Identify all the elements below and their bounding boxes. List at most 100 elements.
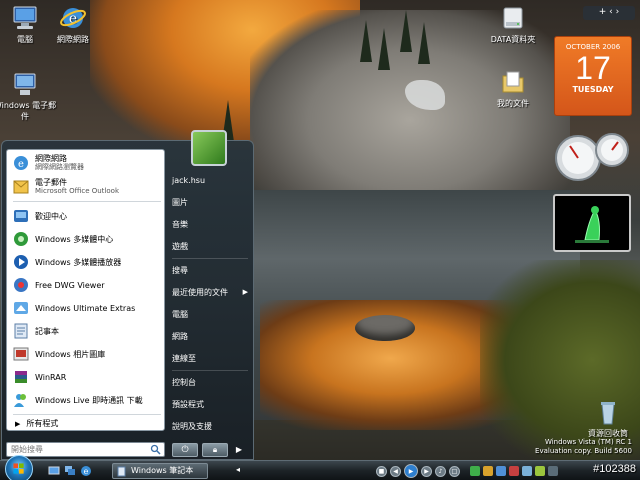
- internet-explorer-icon[interactable]: e: [80, 465, 92, 477]
- internet-explorer-icon: e: [14, 156, 28, 170]
- cpu-meter-gadget[interactable]: [552, 128, 634, 184]
- restore-player-button[interactable]: □: [449, 465, 460, 477]
- taskbar-overflow-arrow-icon[interactable]: ◂: [236, 465, 240, 474]
- tray-volume-icon[interactable]: [522, 466, 532, 476]
- wallpaper-tree: [400, 10, 412, 52]
- svg-text:e: e: [18, 159, 24, 170]
- lock-button[interactable]: 🔒︎: [202, 443, 228, 457]
- start-menu-programs-pane: e 網際網路 網際網路瀏覽器 電子郵件 Microsoft Office Outlo…: [6, 149, 165, 431]
- desktop-icon-recycle-bin[interactable]: 資源回收筒: [573, 398, 640, 439]
- program-live-messenger[interactable]: Windows Live 即時通訊 下載: [9, 389, 163, 411]
- network-link[interactable]: 網路: [168, 329, 252, 344]
- photo-gallery-icon: [13, 347, 29, 361]
- help-support-link[interactable]: 說明及支援: [168, 419, 252, 434]
- calendar-gadget[interactable]: OCTOBER 2006 17 TUESDAY: [554, 36, 632, 116]
- taskbar-button-notepad[interactable]: Windows 筆記本【...: [112, 463, 208, 479]
- notification-area: [470, 464, 580, 478]
- desktop-icon-label: 網際網路: [57, 35, 89, 44]
- pinned-item-internet[interactable]: e 網際網路 網際網路瀏覽器: [9, 152, 163, 174]
- program-dwg-viewer[interactable]: Free DWG Viewer: [9, 274, 163, 296]
- play-icon: ▶: [408, 468, 414, 475]
- program-label: Windows 多媒體中心: [35, 234, 114, 244]
- all-programs-button[interactable]: ▶ 所有程式: [9, 418, 163, 432]
- pinned-separator: [13, 201, 161, 202]
- switch-windows-icon[interactable]: [64, 465, 76, 477]
- winrar-icon: [15, 371, 27, 383]
- tray-antivirus-icon[interactable]: [509, 466, 519, 476]
- program-media-center[interactable]: Windows 多媒體中心: [9, 228, 163, 250]
- wallpaper-tree: [418, 22, 430, 64]
- windows-build-watermark: Windows Vista (TM) RC 1 Evaluation copy.…: [535, 438, 632, 456]
- desktop-icon-internet[interactable]: e 網際網路: [38, 4, 108, 45]
- internet-explorer-icon: e: [60, 8, 86, 28]
- program-label: Windows 相片圖庫: [35, 349, 106, 359]
- program-label: 記事本: [35, 326, 59, 336]
- desktop-icon-mail[interactable]: Windows 電子郵件: [0, 70, 60, 122]
- power-options-button[interactable]: ▶: [232, 443, 246, 457]
- start-button[interactable]: [5, 455, 33, 480]
- desktop-icon-documents[interactable]: 我的文件: [478, 68, 548, 109]
- speaker-icon: ♪: [438, 467, 443, 475]
- desktop-icon-data-folder[interactable]: DATA資料夾: [478, 4, 548, 45]
- welcome-center-icon: [14, 210, 28, 222]
- taskbar: e Windows 筆記本【... ◂ ■ ◀ ▶ ▶ ♪ □ #102388: [0, 455, 640, 480]
- calendar-day: 17: [575, 50, 611, 86]
- program-welcome-center[interactable]: 歡迎中心: [9, 205, 163, 227]
- program-notepad[interactable]: 記事本: [9, 320, 163, 342]
- media-player-icon: [14, 255, 28, 269]
- all-programs-label: 所有程式: [26, 419, 59, 428]
- start-menu: e 網際網路 網際網路瀏覽器 電子郵件 Microsoft Office Outlo…: [1, 140, 254, 460]
- pinned-item-sub: Microsoft Office Outlook: [35, 187, 119, 195]
- start-search-input[interactable]: 開始搜尋: [6, 442, 165, 457]
- connect-to-link[interactable]: 連線至: [168, 351, 252, 366]
- next-button[interactable]: ▶: [421, 465, 432, 477]
- user-folder-link[interactable]: jack.hsu: [168, 173, 252, 188]
- music-link[interactable]: 音樂: [168, 217, 252, 232]
- previous-button[interactable]: ◀: [390, 465, 401, 477]
- mail-computer-icon: [14, 73, 36, 95]
- pictures-link[interactable]: 圖片: [168, 195, 252, 210]
- control-panel-link[interactable]: 控制台: [168, 375, 252, 390]
- show-desktop-icon[interactable]: [48, 465, 60, 477]
- places-separator: [172, 370, 248, 371]
- desktop-icon-label: 我的文件: [497, 99, 529, 108]
- search-placeholder: 開始搜尋: [11, 445, 43, 454]
- tray-app-icon[interactable]: [535, 466, 545, 476]
- program-label: 歡迎中心: [35, 211, 67, 221]
- computer-link[interactable]: 電腦: [168, 307, 252, 322]
- aquarium-gadget[interactable]: [553, 194, 631, 252]
- pinned-item-label: 電子郵件: [35, 178, 67, 187]
- tray-display-icon[interactable]: [548, 466, 558, 476]
- program-winrar[interactable]: WinRAR: [9, 366, 163, 388]
- play-button[interactable]: ▶: [404, 464, 418, 478]
- program-label: Free DWG Viewer: [35, 280, 105, 290]
- watermark-line: Evaluation copy. Build 5600: [535, 447, 632, 455]
- user-avatar[interactable]: [191, 130, 227, 166]
- media-player-toolbar: ■ ◀ ▶ ▶ ♪ □: [376, 464, 468, 478]
- recent-documents-link[interactable]: 最近使用的文件 ▶: [168, 285, 252, 300]
- desktop-icon-label: DATA資料夾: [490, 35, 536, 44]
- messenger-icon: [14, 394, 26, 407]
- tray-network-icon[interactable]: [470, 466, 480, 476]
- tray-messenger-icon[interactable]: [496, 466, 506, 476]
- tray-security-icon[interactable]: [483, 466, 493, 476]
- search-link[interactable]: 搜尋: [168, 263, 252, 278]
- pinned-item-label: 網際網路: [35, 154, 67, 163]
- program-photo-gallery[interactable]: Windows 相片圖庫: [9, 343, 163, 365]
- places-separator: [172, 258, 248, 259]
- pinned-item-email[interactable]: 電子郵件 Microsoft Office Outlook: [9, 176, 163, 198]
- stop-button[interactable]: ■: [376, 465, 387, 477]
- program-media-player[interactable]: Windows 多媒體播放器: [9, 251, 163, 273]
- games-link[interactable]: 遊戲: [168, 239, 252, 254]
- ultimate-extras-icon: [14, 302, 28, 314]
- pinned-item-sub: 網際網路瀏覽器: [35, 163, 84, 171]
- svg-text:e: e: [84, 467, 89, 476]
- power-button[interactable]: ⏻: [172, 443, 198, 457]
- default-programs-link[interactable]: 預設程式: [168, 397, 252, 412]
- desktop-icon-label: 資源回收筒: [588, 429, 628, 438]
- sidebar-controls[interactable]: + ‹ ›: [583, 6, 635, 20]
- program-ultimate-extras[interactable]: Windows Ultimate Extras: [9, 297, 163, 319]
- arrow-right-icon: ▶: [235, 445, 243, 454]
- wallpaper-tree: [378, 28, 390, 70]
- mute-button[interactable]: ♪: [435, 465, 446, 477]
